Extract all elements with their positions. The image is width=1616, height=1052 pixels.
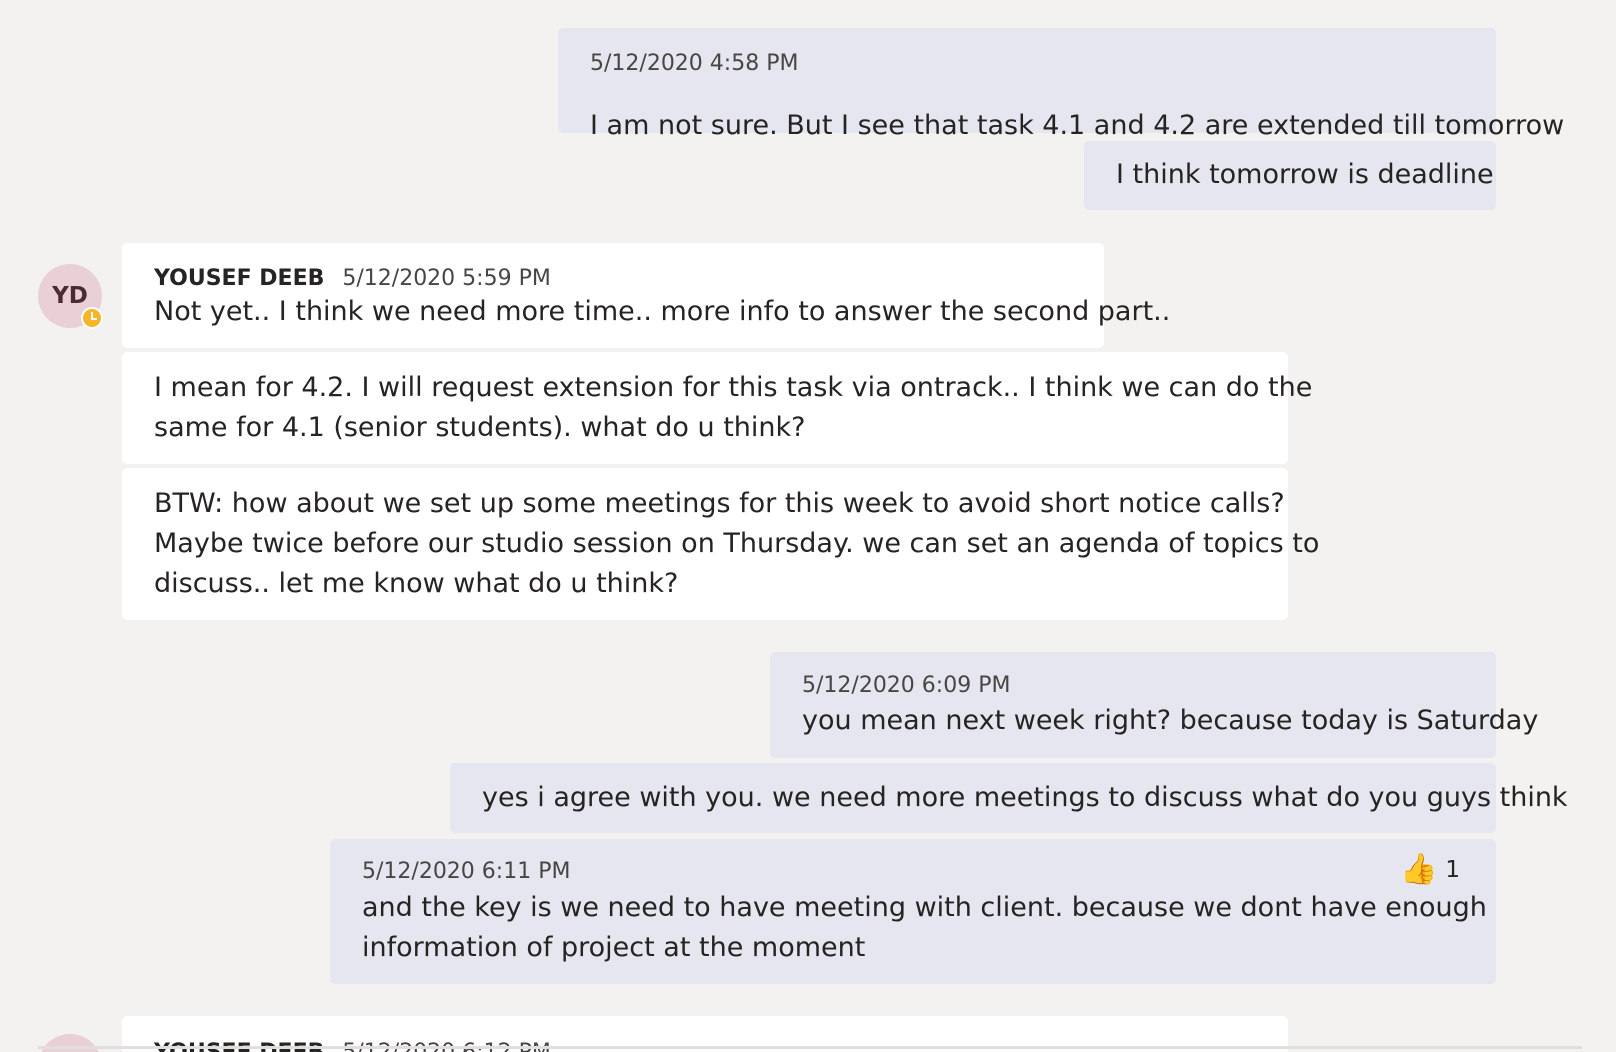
own-message[interactable]: 5/12/2020 4:58 PM I am not sure. But I s… — [558, 28, 1564, 141]
message-timestamp: 5/12/2020 5:59 PM — [342, 266, 551, 291]
chat-thread: 5/12/2020 4:58 PM I am not sure. But I s… — [0, 0, 1616, 1052]
message-text-line: and the key is we need to have meeting w… — [362, 892, 1487, 923]
message-timestamp: 5/12/2020 6:11 PM — [362, 859, 571, 884]
message-timestamp: 5/12/2020 4:58 PM — [590, 51, 799, 76]
message-text: you mean next week right? because today … — [802, 705, 1539, 736]
incoming-message[interactable]: I mean for 4.2. I will request extension… — [122, 352, 1312, 464]
own-message[interactable]: 5/12/2020 6:11 PM and the key is we need… — [330, 839, 1496, 984]
avatar[interactable]: YD — [38, 264, 103, 329]
message-text: I am not sure. But I see that task 4.1 a… — [590, 110, 1565, 141]
message-text: yes i agree with you. we need more meeti… — [482, 782, 1568, 813]
incoming-message[interactable]: BTW: how about we set up some meetings f… — [122, 468, 1319, 620]
sender-name: YOUSEF DEEB — [154, 266, 325, 291]
away-status-icon — [81, 307, 103, 329]
own-message[interactable]: I think tomorrow is deadline — [1084, 141, 1496, 210]
own-message[interactable]: yes i agree with you. we need more meeti… — [450, 763, 1568, 833]
message-text: Not yet.. I think we need more time.. mo… — [154, 296, 1171, 327]
scroll-divider — [38, 1046, 1582, 1049]
message-text-line: information of project at the moment — [362, 932, 866, 963]
message-text-line: BTW: how about we set up some meetings f… — [154, 488, 1285, 519]
message-timestamp: 5/12/2020 6:09 PM — [802, 673, 1011, 698]
reaction-summary[interactable]: 👍 1 — [1400, 855, 1460, 885]
message-text-line: Maybe twice before our studio session on… — [154, 528, 1320, 559]
avatar[interactable] — [38, 1034, 102, 1052]
incoming-message[interactable]: YOUSEF DEEB 5/12/2020 5:59 PM Not yet.. I… — [122, 243, 1170, 348]
message-text: I think tomorrow is deadline — [1116, 159, 1494, 190]
own-message[interactable]: 5/12/2020 6:09 PM you mean next week rig… — [770, 652, 1538, 758]
message-text-line: same for 4.1 (senior students). what do … — [154, 412, 806, 443]
message-text-line: discuss.. let me know what do u think? — [154, 568, 679, 599]
reaction-count: 1 — [1445, 857, 1460, 883]
avatar-initials: YD — [52, 283, 88, 309]
message-text-line: I mean for 4.2. I will request extension… — [154, 372, 1313, 403]
message-header: YOUSEF DEEB 5/12/2020 5:59 PM — [154, 266, 551, 292]
thumbs-up-icon: 👍 — [1400, 852, 1438, 887]
